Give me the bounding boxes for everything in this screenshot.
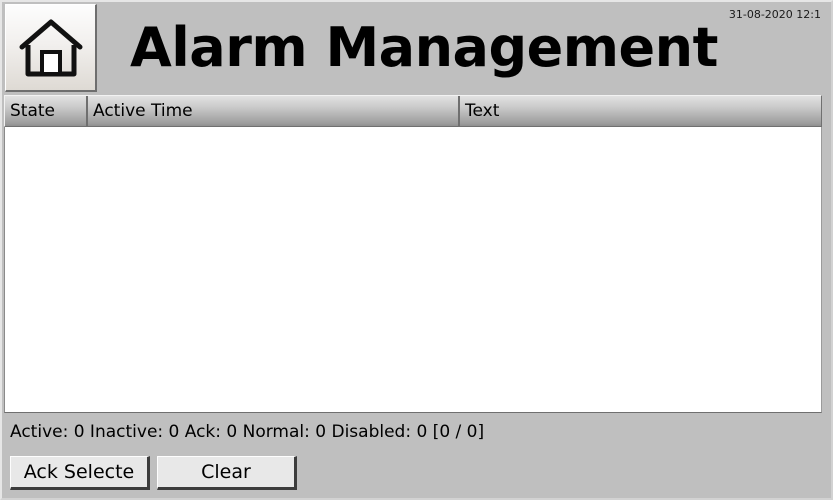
table-header-row: State Active Time Text bbox=[4, 95, 822, 127]
column-header-active-time[interactable]: Active Time bbox=[86, 96, 458, 126]
ack-selected-button[interactable]: Ack Selecte bbox=[10, 456, 150, 490]
status-summary-text: Active: 0 Inactive: 0 Ack: 0 Normal: 0 D… bbox=[10, 422, 485, 442]
column-header-state[interactable]: State bbox=[5, 96, 86, 126]
home-icon bbox=[18, 17, 84, 79]
column-header-text[interactable]: Text bbox=[458, 96, 821, 126]
alarm-management-window: Alarm Management 31-08-2020 12:1 State A… bbox=[0, 0, 833, 500]
clear-button[interactable]: Clear bbox=[157, 456, 297, 490]
alarm-list[interactable] bbox=[4, 127, 822, 413]
home-button[interactable] bbox=[5, 4, 97, 92]
timestamp: 31-08-2020 12:1 bbox=[728, 8, 821, 21]
button-bar: Ack Selecte Clear bbox=[4, 452, 822, 494]
title-bar: Alarm Management 31-08-2020 12:1 bbox=[2, 2, 831, 94]
alarm-table: State Active Time Text bbox=[4, 95, 822, 415]
page-title: Alarm Management bbox=[130, 16, 718, 79]
status-summary: Active: 0 Inactive: 0 Ack: 0 Normal: 0 D… bbox=[4, 418, 822, 446]
